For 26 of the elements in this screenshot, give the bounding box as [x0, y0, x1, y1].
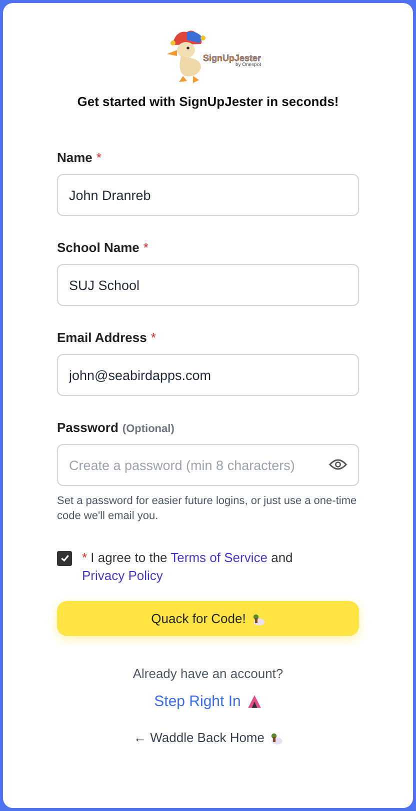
show-password-icon[interactable]: [329, 458, 347, 471]
submit-button[interactable]: Quack for Code!: [57, 601, 359, 636]
tent-icon: [246, 694, 262, 710]
agreement-text: * I agree to the Terms of Service and Privacy Policy: [82, 548, 294, 585]
password-field[interactable]: Create a password (min 8 characters): [57, 444, 359, 486]
field-label: Email Address: [57, 330, 147, 345]
field-label: Password: [57, 420, 118, 435]
hint-text: Set a password for easier future logins, or just use a one-time code we'll email you.: [57, 494, 358, 524]
text-field[interactable]: SUJ School: [57, 264, 359, 306]
logo-wordmark: SignUpJester: [202, 54, 262, 63]
login-prompt: Already have an account?: [132, 666, 284, 682]
form-heading: Get started with SignUpJester in seconds!: [76, 94, 340, 109]
login-link[interactable]: Step Right In: [154, 693, 262, 710]
text-field[interactable]: john@seabirdapps.com: [57, 354, 359, 396]
required-mark: *: [143, 240, 148, 255]
optional-note: (Optional): [122, 423, 174, 435]
agree-checkbox[interactable]: [57, 550, 72, 566]
text-field[interactable]: John Dranreb: [57, 174, 359, 216]
terms-link[interactable]: Terms of Service: [170, 550, 268, 565]
back-home-link[interactable]: ← Waddle Back Home: [133, 730, 282, 746]
required-mark: *: [150, 330, 156, 345]
privacy-link[interactable]: Privacy Policy: [82, 568, 163, 583]
field-label: Name: [57, 150, 92, 165]
field-label: School Name: [57, 240, 140, 255]
required-mark: *: [96, 150, 102, 165]
checkmark-icon: [60, 553, 70, 564]
